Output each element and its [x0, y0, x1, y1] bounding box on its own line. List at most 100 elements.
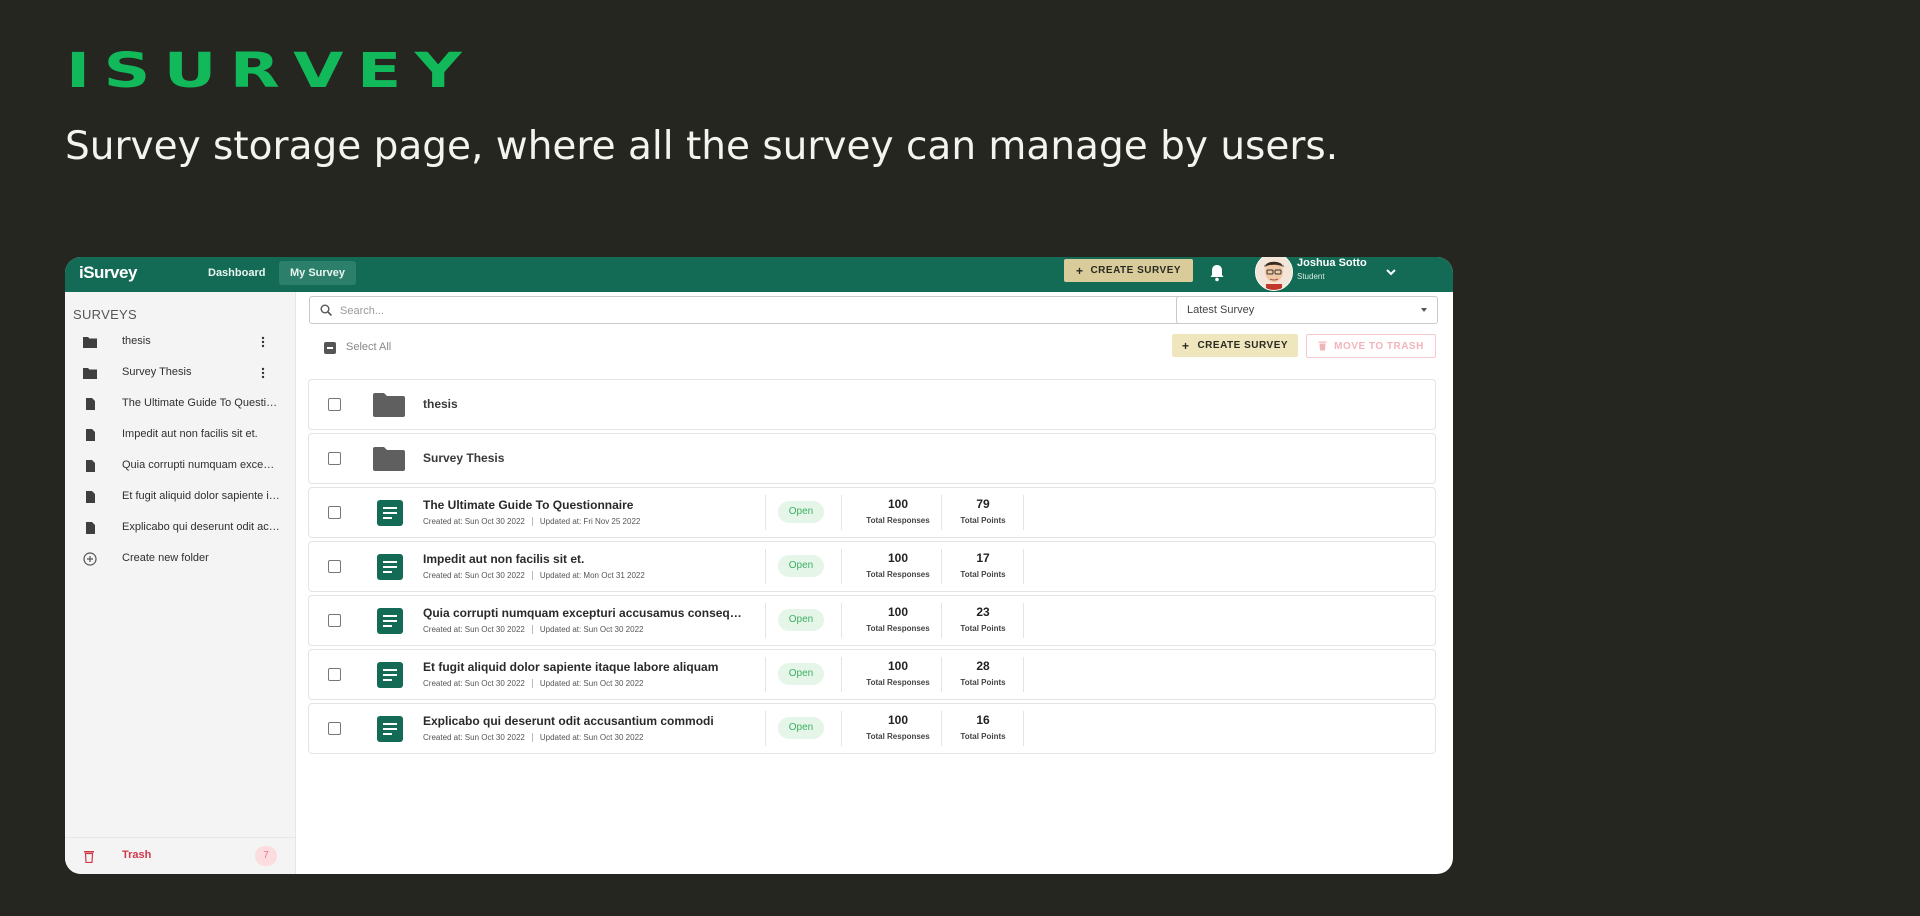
status-badge: Open: [778, 609, 824, 631]
user-avatar[interactable]: [1255, 257, 1293, 291]
folder-icon: [83, 337, 97, 348]
search-icon: [320, 304, 332, 316]
user-name: Joshua Sotto: [1297, 257, 1367, 269]
row-checkbox[interactable]: [328, 398, 341, 411]
document-icon: [86, 491, 95, 503]
total-responses-label: Total Responses: [866, 570, 930, 579]
created-date: Created at: Sun Oct 30 2022: [423, 571, 525, 580]
app-logo[interactable]: iSurvey: [79, 263, 137, 283]
total-responses-value: 100: [887, 497, 909, 511]
status-badge: Open: [778, 555, 824, 577]
sidebar-item-survey[interactable]: The Ultimate Guide To Questionnaire: [65, 389, 295, 419]
total-points-label: Total Points: [960, 732, 1006, 741]
survey-form-icon: [377, 716, 403, 742]
survey-form-icon: [377, 554, 403, 580]
folder-icon: [373, 393, 405, 417]
sidebar-item-survey[interactable]: Quia corrupti numquam excepturi accusamu…: [65, 451, 295, 481]
move-to-trash-button[interactable]: MOVE TO TRASH: [1306, 334, 1436, 358]
sidebar-item-label: Survey Thesis: [122, 366, 192, 378]
total-points-value: 79: [976, 497, 990, 511]
updated-date: Updated at: Sun Oct 30 2022: [539, 679, 644, 688]
created-date: Created at: Sun Oct 30 2022: [423, 679, 525, 688]
create-survey-button[interactable]: + CREATE SURVEY: [1172, 334, 1298, 357]
user-role: Student: [1297, 272, 1325, 281]
folder-row[interactable]: Survey Thesis: [308, 433, 1436, 484]
survey-row[interactable]: Explicabo qui deserunt odit accusantium …: [308, 703, 1436, 754]
sidebar-item-label: Et fugit aliquid dolor sapiente itaque l…: [122, 490, 280, 502]
row-checkbox[interactable]: [328, 722, 341, 735]
caret-down-icon: [1421, 308, 1427, 312]
create-survey-label: CREATE SURVEY: [1197, 340, 1289, 351]
total-points-label: Total Points: [960, 678, 1006, 687]
app-window: iSurvey Dashboard My Survey + CREATE SUR…: [65, 257, 1453, 874]
top-navbar: iSurvey Dashboard My Survey + CREATE SUR…: [65, 257, 1453, 292]
sort-select[interactable]: Latest Survey: [1176, 296, 1438, 324]
total-responses-label: Total Responses: [866, 678, 930, 687]
trash-count-badge: 7: [255, 846, 277, 866]
survey-row[interactable]: The Ultimate Guide To Questionnaire Crea…: [308, 487, 1436, 538]
kebab-menu-icon[interactable]: [261, 336, 265, 348]
survey-form-icon: [377, 662, 403, 688]
plus-icon: +: [1181, 338, 1190, 353]
survey-title[interactable]: Explicabo qui deserunt odit accusantium …: [423, 714, 714, 728]
status-badge: Open: [778, 717, 824, 739]
row-checkbox[interactable]: [328, 614, 341, 627]
total-responses-value: 100: [887, 713, 909, 727]
brand-title: ISURVEY: [66, 43, 476, 99]
row-checkbox[interactable]: [328, 668, 341, 681]
sidebar-item-folder[interactable]: Survey Thesis: [65, 358, 295, 388]
folder-icon: [373, 447, 405, 471]
survey-row[interactable]: Quia corrupti numquam excepturi accusamu…: [308, 595, 1436, 646]
sidebar-item-label: The Ultimate Guide To Questionnaire: [122, 397, 280, 409]
sidebar-heading: SURVEYS: [73, 307, 137, 322]
survey-title[interactable]: The Ultimate Guide To Questionnaire: [423, 498, 633, 512]
bell-icon[interactable]: [1209, 264, 1225, 282]
trash-label: Trash: [122, 849, 152, 861]
survey-form-icon: [377, 608, 403, 634]
chevron-down-icon[interactable]: [1385, 266, 1397, 278]
total-points-value: 16: [976, 713, 990, 727]
total-responses-value: 100: [887, 551, 909, 565]
survey-title[interactable]: Impedit aut non facilis sit et.: [423, 552, 584, 566]
survey-title[interactable]: Et fugit aliquid dolor sapiente itaque l…: [423, 660, 718, 674]
updated-date: Updated at: Sun Oct 30 2022: [539, 625, 644, 634]
sidebar-item-label: Impedit aut non facilis sit et.: [122, 428, 258, 440]
created-date: Created at: Sun Oct 30 2022: [423, 733, 525, 742]
move-to-trash-label: MOVE TO TRASH: [1334, 340, 1424, 352]
search-field[interactable]: [309, 296, 1191, 324]
survey-dates: Created at: Sun Oct 30 2022 Updated at: M…: [423, 571, 645, 581]
sidebar: SURVEYS thesis Survey Thesis The Ultimat…: [65, 292, 296, 874]
search-input[interactable]: [338, 301, 1182, 321]
nav-dashboard[interactable]: Dashboard: [197, 261, 276, 285]
folder-row[interactable]: thesis: [308, 379, 1436, 430]
sidebar-item-label: Quia corrupti numquam excepturi accusamu…: [122, 459, 280, 471]
survey-dates: Created at: Sun Oct 30 2022 Updated at: S…: [423, 679, 644, 689]
topbar-create-survey-button[interactable]: + CREATE SURVEY: [1064, 259, 1193, 282]
status-badge: Open: [778, 501, 824, 523]
page-subtitle: Survey storage page, where all the surve…: [65, 124, 1339, 169]
sidebar-item-survey[interactable]: Explicabo qui deserunt odit accusantium …: [65, 513, 295, 543]
document-icon: [86, 460, 95, 472]
created-date: Created at: Sun Oct 30 2022: [423, 625, 525, 634]
sidebar-item-label: thesis: [122, 335, 151, 347]
updated-date: Updated at: Mon Oct 31 2022: [539, 571, 645, 580]
sidebar-trash[interactable]: Trash 7: [65, 837, 295, 874]
nav-my-survey[interactable]: My Survey: [279, 261, 357, 285]
sort-select-value: Latest Survey: [1187, 304, 1255, 316]
survey-title[interactable]: Quia corrupti numquam excepturi accusamu…: [423, 606, 749, 620]
total-points-label: Total Points: [960, 516, 1006, 525]
sidebar-item-folder[interactable]: thesis: [65, 327, 295, 357]
sidebar-item-survey[interactable]: Et fugit aliquid dolor sapiente itaque l…: [65, 482, 295, 512]
document-icon: [86, 398, 95, 410]
row-checkbox[interactable]: [328, 506, 341, 519]
total-responses-value: 100: [887, 605, 909, 619]
kebab-menu-icon[interactable]: [261, 367, 265, 379]
survey-dates: Created at: Sun Oct 30 2022 Updated at: S…: [423, 733, 643, 743]
row-checkbox[interactable]: [328, 560, 341, 573]
sidebar-item-survey[interactable]: Impedit aut non facilis sit et.: [65, 420, 295, 450]
survey-row[interactable]: Impedit aut non facilis sit et. Created …: [308, 541, 1436, 592]
create-new-folder-label: Create new folder: [122, 552, 209, 564]
create-new-folder-button[interactable]: Create new folder: [65, 544, 295, 574]
row-checkbox[interactable]: [328, 452, 341, 465]
survey-row[interactable]: Et fugit aliquid dolor sapiente itaque l…: [308, 649, 1436, 700]
